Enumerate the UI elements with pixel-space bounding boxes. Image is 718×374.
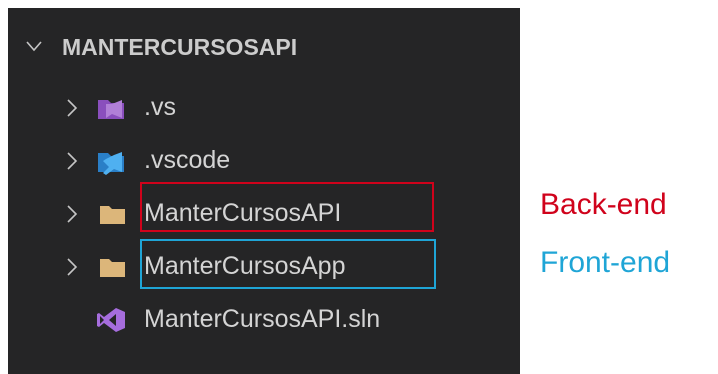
tree-item-label: .vs bbox=[144, 93, 176, 121]
chevron-right-icon[interactable] bbox=[66, 258, 78, 276]
visual-studio-solution-icon bbox=[97, 308, 125, 332]
tree-item-vscode[interactable]: .vscode bbox=[8, 135, 520, 187]
tree-item-solution-file[interactable]: ManterCursosAPI.sln bbox=[8, 294, 520, 346]
chevron-down-icon[interactable] bbox=[26, 38, 42, 54]
tree-item-label: .vscode bbox=[144, 146, 231, 174]
chevron-right-icon[interactable] bbox=[66, 205, 78, 223]
section-title: MANTERCURSOSAPI bbox=[62, 34, 298, 60]
tree-item-vs[interactable]: .vs bbox=[8, 82, 520, 134]
backend-highlight-box bbox=[140, 182, 434, 232]
folder-icon bbox=[100, 259, 125, 277]
frontend-annotation: Front-end bbox=[540, 246, 671, 279]
backend-annotation: Back-end bbox=[540, 188, 667, 221]
frontend-highlight-box bbox=[140, 239, 436, 289]
vscode-folder-icon bbox=[98, 152, 124, 175]
visual-studio-folder-icon bbox=[98, 100, 124, 119]
chevron-right-icon[interactable] bbox=[66, 99, 78, 117]
tree-item-label: ManterCursosAPI.sln bbox=[144, 305, 381, 333]
folder-icon bbox=[100, 206, 125, 224]
chevron-right-icon[interactable] bbox=[66, 152, 78, 170]
